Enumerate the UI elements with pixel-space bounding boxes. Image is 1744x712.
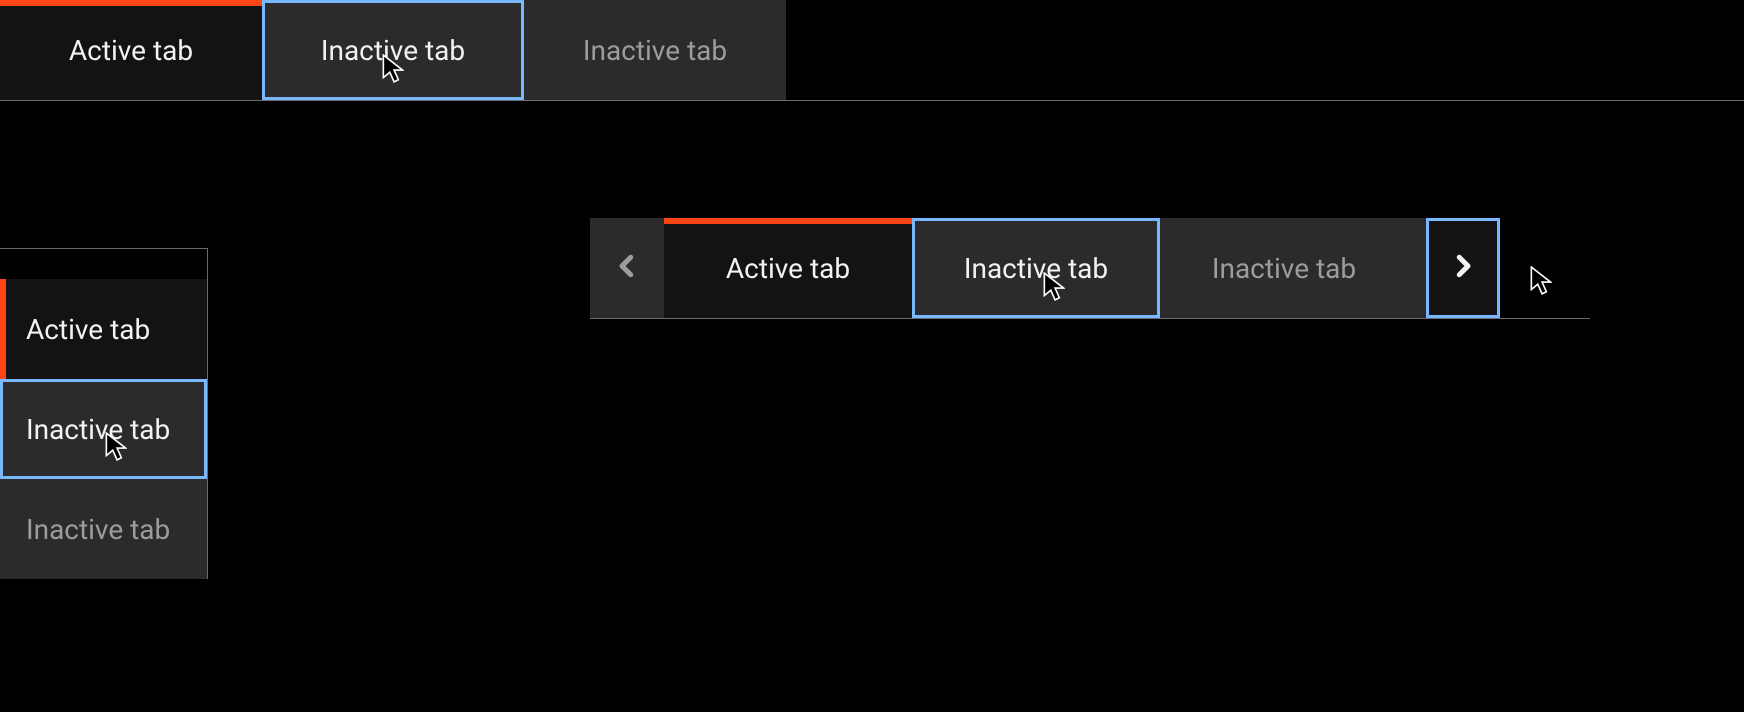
tab-inactive-focused[interactable]: Inactive tab bbox=[912, 218, 1160, 318]
tab-inactive[interactable]: Inactive tab bbox=[524, 0, 786, 100]
tab-inactive-focused[interactable]: Inactive tab bbox=[262, 0, 524, 100]
vertical-tab-bar: Active tab Inactive tab Inactive tab bbox=[0, 248, 208, 579]
tab-label: Active tab bbox=[726, 252, 850, 285]
tab-label: Inactive tab bbox=[26, 413, 170, 446]
tab-overflow-gap bbox=[1408, 218, 1426, 318]
tab-active[interactable]: Active tab bbox=[664, 218, 912, 318]
chevron-right-icon bbox=[1448, 251, 1478, 285]
tab-active[interactable]: Active tab bbox=[0, 0, 262, 100]
tab-label: Active tab bbox=[69, 34, 193, 67]
horizontal-tab-bar: Active tab Inactive tab Inactive tab bbox=[0, 0, 1744, 101]
tab-label: Inactive tab bbox=[964, 252, 1108, 285]
scroll-right-button[interactable] bbox=[1426, 218, 1500, 318]
tab-label: Inactive tab bbox=[321, 34, 465, 67]
tab-rail: Active tab Inactive tab Inactive tab bbox=[0, 0, 1744, 100]
scrollable-tab-bar: Active tab Inactive tab Inactive tab bbox=[590, 218, 1590, 319]
tab-inactive[interactable]: Inactive tab bbox=[1160, 218, 1408, 318]
tab-label: Inactive tab bbox=[26, 513, 170, 546]
tab-label: Inactive tab bbox=[583, 34, 727, 67]
tab-label: Inactive tab bbox=[1212, 252, 1356, 285]
tab-inactive-focused[interactable]: Inactive tab bbox=[0, 379, 207, 479]
tab-active[interactable]: Active tab bbox=[0, 279, 207, 379]
chevron-left-icon bbox=[612, 251, 642, 285]
tab-rail: Active tab Inactive tab Inactive tab bbox=[590, 218, 1590, 318]
tab-inactive[interactable]: Inactive tab bbox=[0, 479, 207, 579]
tab-label: Active tab bbox=[26, 313, 150, 346]
scroll-left-button[interactable] bbox=[590, 218, 664, 318]
